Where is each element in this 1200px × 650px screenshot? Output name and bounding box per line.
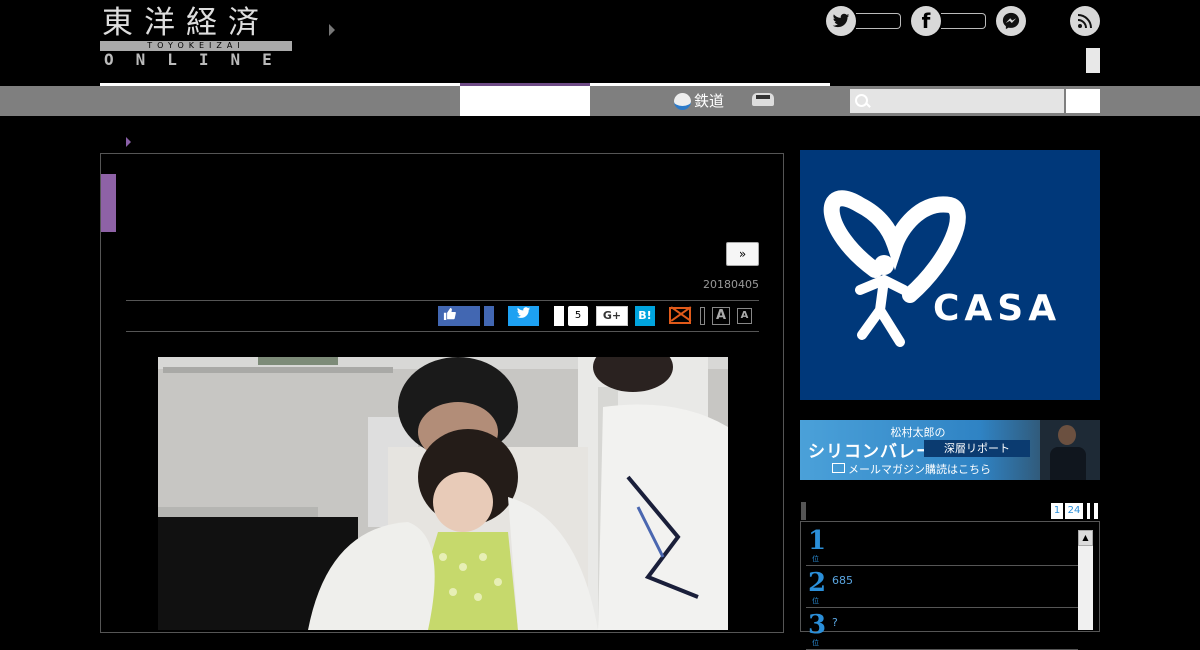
nav-item-rail-label: 鉄道: [694, 92, 725, 110]
casa-brand-text: CASA: [933, 288, 1062, 329]
rank-suffix: 位: [812, 555, 819, 563]
car-icon-window: [756, 95, 770, 99]
nav-tab-active[interactable]: [460, 86, 590, 116]
ad-badge: 深層リポート: [924, 440, 1030, 457]
train-icon: [674, 92, 691, 110]
ad-author-head: [1058, 425, 1076, 445]
nav-underline: [590, 83, 830, 86]
twitter-count: [856, 13, 901, 29]
article-date: 20180405: [703, 278, 759, 291]
ad-headline: シリコンバレー: [808, 442, 934, 462]
rank-title[interactable]: 685: [832, 574, 853, 587]
casa-ad-banner[interactable]: [800, 150, 1100, 400]
rank-suffix: 位: [812, 597, 819, 605]
font-size-divider: [700, 307, 705, 325]
ranking-row[interactable]: 3 位 ?: [806, 608, 1078, 650]
scroll-up-arrow-icon[interactable]: ▲: [1078, 530, 1093, 546]
rank-number: 2: [808, 568, 827, 598]
logo-online: ONLINE: [104, 50, 294, 69]
envelope-icon: [832, 463, 845, 473]
font-size-large-button[interactable]: A: [712, 307, 730, 325]
ranking-tab-4[interactable]: [1094, 503, 1098, 519]
ranking-row[interactable]: 1 位: [806, 524, 1078, 566]
rank-title[interactable]: ?: [832, 616, 838, 629]
twitter-icon[interactable]: [826, 6, 856, 36]
pocket-count: 5: [568, 306, 588, 326]
divider: [126, 300, 759, 301]
facebook-like-button[interactable]: [438, 306, 480, 326]
search-input[interactable]: [850, 89, 1064, 113]
google-plus-button[interactable]: G+: [596, 306, 628, 326]
breadcrumb-arrow-icon: [126, 137, 131, 147]
font-size-small-button[interactable]: A: [737, 308, 752, 324]
facebook-icon[interactable]: f: [911, 6, 941, 36]
article-title-accent: [101, 174, 116, 232]
divider: [126, 331, 759, 332]
nav-item-rail[interactable]: 鉄道: [674, 88, 724, 114]
ad-subscribe-label: メールマガジン購読はこちら: [848, 463, 991, 476]
header-menu-button[interactable]: [1086, 48, 1100, 73]
ranking-tab-1h[interactable]: 1: [1051, 503, 1063, 519]
ad-author-body: [1050, 447, 1086, 480]
ranking-tab-3[interactable]: [1087, 503, 1090, 519]
facebook-like-count: [484, 306, 494, 326]
casa-registered-mark: ®: [908, 293, 918, 304]
rss-icon[interactable]: [1070, 6, 1100, 36]
chevron-right-icon[interactable]: [329, 24, 335, 36]
article-photo: [158, 357, 728, 630]
hatena-bookmark-button[interactable]: B!: [635, 306, 655, 326]
ad-subscribe-text: メールマガジン購読はこちら: [832, 461, 991, 477]
nav-underline: [100, 83, 460, 86]
logo-title[interactable]: 東洋経済: [102, 4, 294, 42]
search-button[interactable]: [1066, 89, 1100, 113]
twitter-share-button[interactable]: [508, 306, 539, 326]
next-page-button[interactable]: »: [726, 242, 759, 266]
rank-suffix: 位: [812, 639, 819, 647]
ranking-header-marker: [801, 502, 806, 520]
ranking-row[interactable]: 2 位 685: [806, 566, 1078, 608]
facebook-count: [941, 13, 986, 29]
pocket-button[interactable]: [554, 306, 564, 326]
ranking-tab-24h[interactable]: 24: [1065, 503, 1083, 519]
rank-number: 3: [808, 610, 827, 640]
rank-number: 1: [808, 526, 827, 556]
messenger-icon[interactable]: [996, 6, 1026, 36]
